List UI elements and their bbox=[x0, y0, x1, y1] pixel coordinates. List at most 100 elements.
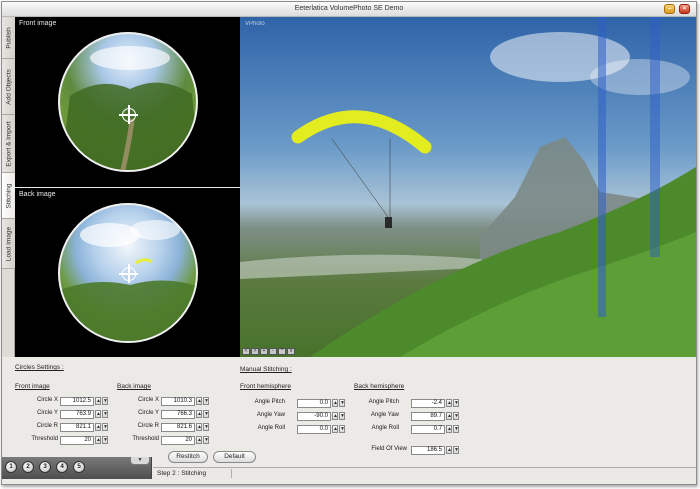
default-button[interactable]: Default bbox=[213, 451, 256, 463]
side-tabs: Publish Add Objects Export & Import Stit… bbox=[2, 17, 15, 357]
back-circle-r-up[interactable]: ▲ bbox=[196, 423, 202, 431]
back-yaw-up[interactable]: ▲ bbox=[446, 412, 452, 420]
front-circle-x-row: Circle X bbox=[36, 397, 58, 403]
front-circle-r-up[interactable]: ▲ bbox=[95, 423, 101, 431]
step-navigation: 1 2 3 4 5 ▼ bbox=[2, 457, 152, 479]
front-threshold-input[interactable]: 20 bbox=[60, 436, 94, 445]
chevron-down-icon[interactable]: ▼ bbox=[130, 457, 150, 465]
back-circle-y-input[interactable]: 766.3 bbox=[161, 410, 195, 419]
tab-load-image[interactable]: Load Image bbox=[2, 219, 15, 269]
zoom-in-button[interactable]: + bbox=[260, 348, 268, 355]
viewer-navbar: < > + - ^ v bbox=[242, 348, 295, 355]
front-pitch-up[interactable]: ▲ bbox=[332, 399, 338, 407]
zoom-out-button[interactable]: - bbox=[269, 348, 277, 355]
back-circle-y-row: Circle Y bbox=[138, 410, 159, 416]
front-image-panel[interactable]: Front image bbox=[15, 17, 240, 187]
back-threshold-input[interactable]: 20 bbox=[161, 436, 195, 445]
fov-down[interactable]: ▼ bbox=[453, 446, 459, 454]
circles-settings-title: Circles Settings : bbox=[15, 364, 64, 371]
front-circle-x-down[interactable]: ▼ bbox=[102, 397, 108, 405]
step-2-button[interactable]: 2 bbox=[22, 461, 34, 473]
app-window: Eeterlatica VolumePhoto SE Demo – × Publ… bbox=[1, 1, 697, 485]
back-threshold-down[interactable]: ▼ bbox=[203, 436, 209, 444]
back-circle-r-input[interactable]: 821.6 bbox=[161, 423, 195, 432]
step-5-button[interactable]: 5 bbox=[73, 461, 85, 473]
nav-up-button[interactable]: ^ bbox=[278, 348, 286, 355]
back-roll-up[interactable]: ▲ bbox=[446, 425, 452, 433]
front-hemisphere-heading: Front hemisphere bbox=[240, 383, 291, 390]
manual-stitching-title: Manual Stitching : bbox=[240, 366, 292, 373]
front-roll-input[interactable]: 0.0 bbox=[297, 425, 331, 434]
tab-publish[interactable]: Publish bbox=[2, 17, 15, 59]
front-circle-r-row: Circle R bbox=[36, 423, 58, 429]
back-roll-input[interactable]: 0.7 bbox=[411, 425, 445, 434]
minimize-button[interactable]: – bbox=[664, 4, 675, 14]
front-pitch-down[interactable]: ▼ bbox=[339, 399, 345, 407]
fov-input[interactable]: 186.5 bbox=[411, 446, 445, 455]
settings-area: Circles Settings : Front image Circle X … bbox=[15, 357, 698, 457]
back-circle-x-up[interactable]: ▲ bbox=[196, 397, 202, 405]
back-image-panel[interactable]: Back image bbox=[15, 188, 240, 357]
fov-up[interactable]: ▲ bbox=[446, 446, 452, 454]
back-pitch-input[interactable]: -2.4 bbox=[411, 399, 445, 408]
back-pitch-down[interactable]: ▼ bbox=[453, 399, 459, 407]
front-threshold-up[interactable]: ▲ bbox=[95, 436, 101, 444]
crosshair-icon[interactable] bbox=[119, 105, 138, 124]
back-roll-down[interactable]: ▼ bbox=[453, 425, 459, 433]
tab-add-objects[interactable]: Add Objects bbox=[2, 59, 15, 115]
back-yaw-down[interactable]: ▼ bbox=[453, 412, 459, 420]
step-4-button[interactable]: 4 bbox=[56, 461, 68, 473]
fov-row: Field Of View bbox=[371, 446, 407, 452]
back-pitch-row: Angle Pitch bbox=[368, 399, 399, 405]
back-image-label: Back image bbox=[19, 191, 56, 198]
crosshair-icon[interactable] bbox=[119, 264, 138, 283]
back-yaw-input[interactable]: 89.7 bbox=[411, 412, 445, 421]
nav-down-button[interactable]: v bbox=[287, 348, 295, 355]
back-pitch-up[interactable]: ▲ bbox=[446, 399, 452, 407]
back-threshold-up[interactable]: ▲ bbox=[196, 436, 202, 444]
front-circle-x-input[interactable]: 1012.5 bbox=[60, 397, 94, 406]
back-circle-y-up[interactable]: ▲ bbox=[196, 410, 202, 418]
nav-right-button[interactable]: > bbox=[251, 348, 259, 355]
front-image-label: Front image bbox=[19, 20, 57, 27]
panorama-scene bbox=[240, 17, 696, 357]
front-roll-down[interactable]: ▼ bbox=[339, 425, 345, 433]
panorama-viewer[interactable]: VPhoto < > + - ^ v bbox=[240, 17, 696, 357]
front-circle-y-row: Circle Y bbox=[37, 410, 58, 416]
tab-export-import[interactable]: Export & Import bbox=[2, 115, 15, 173]
step-1-button[interactable]: 1 bbox=[5, 461, 17, 473]
back-circle-x-row: Circle X bbox=[137, 397, 159, 403]
front-circle-y-down[interactable]: ▼ bbox=[102, 410, 108, 418]
front-roll-up[interactable]: ▲ bbox=[332, 425, 338, 433]
front-fisheye-scene bbox=[60, 46, 196, 170]
front-circle-y-up[interactable]: ▲ bbox=[95, 410, 101, 418]
front-circle-r-input[interactable]: 821.1 bbox=[60, 423, 94, 432]
status-text: Step 2 : Stitching bbox=[157, 470, 207, 477]
back-hemisphere-heading: Back hemisphere bbox=[354, 383, 405, 390]
status-bar: Step 2 : Stitching bbox=[153, 467, 696, 479]
back-circle-x-input[interactable]: 1010.3 bbox=[161, 397, 195, 406]
nav-left-button[interactable]: < bbox=[242, 348, 250, 355]
back-roll-row: Angle Roll bbox=[371, 425, 399, 431]
front-circle-r-down[interactable]: ▼ bbox=[102, 423, 108, 431]
close-button[interactable]: × bbox=[679, 4, 690, 14]
step-3-button[interactable]: 3 bbox=[39, 461, 51, 473]
viewer-label: VPhoto bbox=[245, 21, 265, 27]
front-roll-row: Angle Roll bbox=[257, 425, 285, 431]
back-yaw-row: Angle Yaw bbox=[370, 412, 399, 418]
front-circle-x-up[interactable]: ▲ bbox=[95, 397, 101, 405]
front-yaw-up[interactable]: ▲ bbox=[332, 412, 338, 420]
back-fisheye-image bbox=[58, 203, 198, 343]
back-circle-r-row: Circle R bbox=[137, 423, 159, 429]
front-pitch-row: Angle Pitch bbox=[254, 399, 285, 405]
restitch-button[interactable]: Restitch bbox=[168, 451, 208, 463]
front-threshold-down[interactable]: ▼ bbox=[102, 436, 108, 444]
tab-stitching[interactable]: Stitching bbox=[2, 173, 15, 219]
front-yaw-input[interactable]: -90.0 bbox=[297, 412, 331, 421]
front-yaw-down[interactable]: ▼ bbox=[339, 412, 345, 420]
back-circle-x-down[interactable]: ▼ bbox=[203, 397, 209, 405]
back-circle-r-down[interactable]: ▼ bbox=[203, 423, 209, 431]
front-circle-y-input[interactable]: 763.9 bbox=[60, 410, 94, 419]
front-pitch-input[interactable]: 0.0 bbox=[297, 399, 331, 408]
back-circle-y-down[interactable]: ▼ bbox=[203, 410, 209, 418]
